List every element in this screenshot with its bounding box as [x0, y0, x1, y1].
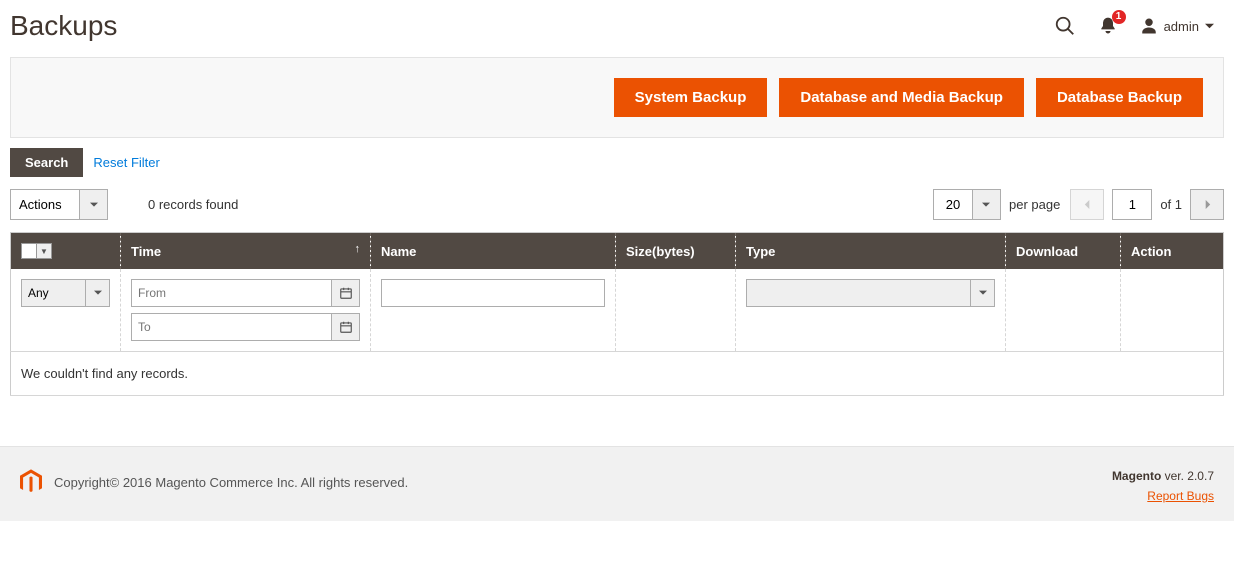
page-footer: Copyright© 2016 Magento Commerce Inc. Al… — [0, 446, 1234, 521]
chevron-down-icon — [979, 289, 987, 297]
pager-current-input[interactable] — [1112, 189, 1152, 220]
per-page-control: per page — [933, 189, 1060, 220]
system-backup-button[interactable]: System Backup — [614, 78, 768, 117]
chevron-down-icon — [94, 289, 102, 297]
column-header-name[interactable]: Name — [371, 233, 616, 270]
pager: of 1 — [1070, 189, 1224, 220]
grid-empty-row: We couldn't find any records. — [11, 352, 1224, 396]
grid-toolbar: Actions 0 records found per page — [10, 189, 1224, 220]
select-all-checkbox[interactable] — [21, 243, 37, 259]
grid-filter-row: Any — [11, 269, 1224, 352]
toolbar-left: Actions 0 records found — [10, 189, 238, 220]
sort-arrow-icon: ↑ — [355, 243, 361, 255]
grid-container: Search Reset Filter Actions 0 records fo… — [10, 148, 1224, 396]
version-label: Magento ver. 2.0.7 — [1112, 469, 1214, 483]
filter-cell-name — [371, 269, 616, 352]
chevron-down-icon — [982, 201, 990, 209]
filter-cell-action — [1121, 269, 1224, 352]
filter-cell-time — [121, 269, 371, 352]
mass-actions-dropdown[interactable]: Actions — [10, 189, 80, 220]
grid-empty-message: We couldn't find any records. — [11, 352, 1224, 396]
chevron-left-icon — [1083, 200, 1092, 209]
page-actions-bar: System Backup Database and Media Backup … — [10, 57, 1224, 138]
chevron-right-icon — [1203, 200, 1212, 209]
footer-left: Copyright© 2016 Magento Commerce Inc. Al… — [20, 469, 408, 495]
pager-next-button[interactable] — [1190, 189, 1224, 220]
page-title: Backups — [10, 10, 117, 42]
chevron-down-icon — [1205, 22, 1214, 31]
admin-account-label: admin — [1164, 19, 1199, 34]
filter-select-any-toggle[interactable] — [86, 279, 110, 307]
filter-cell-download — [1006, 269, 1121, 352]
column-header-time[interactable]: Time ↑ — [121, 233, 371, 270]
filter-type-toggle[interactable] — [971, 279, 995, 307]
pager-prev-button[interactable] — [1070, 189, 1104, 220]
column-header-size[interactable]: Size(bytes) — [616, 233, 736, 270]
report-bugs-link[interactable]: Report Bugs — [1147, 489, 1214, 503]
filter-time-to-input[interactable] — [131, 313, 332, 341]
reset-filter-link[interactable]: Reset Filter — [93, 155, 159, 170]
column-header-action[interactable]: Action — [1121, 233, 1224, 270]
mass-actions-toggle[interactable] — [80, 189, 108, 220]
calendar-icon[interactable] — [332, 279, 360, 307]
calendar-icon[interactable] — [332, 313, 360, 341]
grid-header-row: ▼ Time ↑ Name Size(bytes) Type Download … — [11, 233, 1224, 270]
select-all-toggle[interactable]: ▼ — [36, 243, 52, 259]
chevron-down-icon — [90, 201, 98, 209]
mass-actions-select[interactable]: Actions — [10, 189, 108, 220]
database-backup-button[interactable]: Database Backup — [1036, 78, 1203, 117]
filter-type-select[interactable] — [746, 279, 971, 307]
column-header-download[interactable]: Download — [1006, 233, 1121, 270]
filter-select-any[interactable]: Any — [21, 279, 86, 307]
per-page-label: per page — [1009, 197, 1060, 212]
user-icon — [1140, 17, 1158, 35]
filter-time-from-input[interactable] — [131, 279, 332, 307]
search-icon[interactable] — [1054, 15, 1076, 37]
search-button[interactable]: Search — [10, 148, 83, 177]
pager-total-label: of 1 — [1160, 197, 1182, 212]
records-found-label: 0 records found — [148, 197, 238, 212]
copyright-text: Copyright© 2016 Magento Commerce Inc. Al… — [54, 475, 408, 490]
grid-top-controls: Search Reset Filter — [10, 148, 1224, 177]
notifications-icon[interactable]: 1 — [1098, 16, 1118, 36]
column-header-select[interactable]: ▼ — [11, 233, 121, 270]
column-header-type[interactable]: Type — [736, 233, 1006, 270]
database-media-backup-button[interactable]: Database and Media Backup — [779, 78, 1024, 117]
backups-grid: ▼ Time ↑ Name Size(bytes) Type Download … — [10, 232, 1224, 396]
footer-right: Magento ver. 2.0.7 Report Bugs — [1112, 469, 1214, 503]
filter-name-input[interactable] — [381, 279, 605, 307]
filter-cell-select: Any — [11, 269, 121, 352]
per-page-select-wrap — [933, 189, 1001, 220]
page-header: Backups 1 admin — [0, 0, 1234, 47]
filter-cell-size — [616, 269, 736, 352]
admin-account-menu[interactable]: admin — [1140, 17, 1214, 35]
toolbar-right: per page of 1 — [933, 189, 1224, 220]
per-page-toggle[interactable] — [973, 189, 1001, 220]
notification-badge: 1 — [1112, 10, 1126, 24]
filter-cell-type — [736, 269, 1006, 352]
per-page-input[interactable] — [933, 189, 973, 220]
magento-logo-icon — [20, 469, 42, 495]
header-tools: 1 admin — [1054, 15, 1214, 37]
